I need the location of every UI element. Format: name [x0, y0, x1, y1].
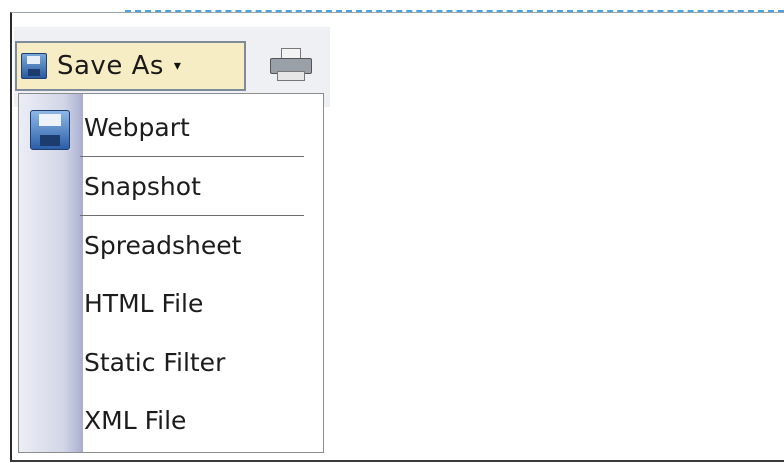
menu-item-webpart[interactable]: Webpart [80, 98, 304, 156]
menu-item-html-file[interactable]: HTML File [80, 274, 304, 332]
menu-item-xml-file[interactable]: XML File [80, 391, 304, 449]
menu-item-snapshot[interactable]: Snapshot [80, 157, 304, 215]
save-as-button[interactable]: Save As ▾ [15, 41, 246, 91]
focus-dashed-border [125, 10, 784, 12]
printer-icon[interactable] [270, 48, 312, 82]
floppy-disk-icon [30, 110, 70, 150]
menu-item-spreadsheet[interactable]: Spreadsheet [80, 216, 304, 274]
floppy-disk-icon [21, 53, 47, 79]
menu-icon-rail [19, 94, 83, 452]
save-as-label: Save As [57, 51, 164, 81]
menu-item-static-filter[interactable]: Static Filter [80, 333, 304, 391]
chevron-down-icon: ▾ [173, 58, 181, 74]
